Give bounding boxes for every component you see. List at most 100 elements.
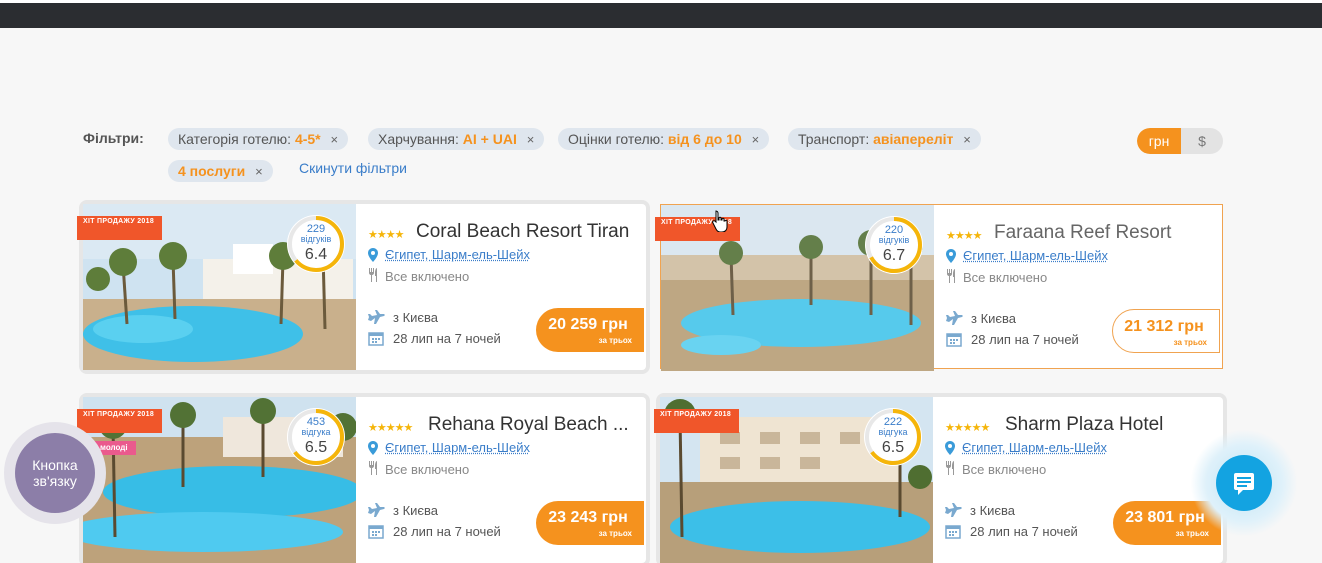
cutlery-icon <box>369 268 377 282</box>
meal-type: Все включено <box>962 462 1047 477</box>
hotel-info: ★★★★ Coral Beach Resort Tiran Єгипет, Ша… <box>356 204 646 370</box>
rating-score: 6.4 <box>304 246 328 263</box>
calendar-icon <box>368 525 384 539</box>
filter-chip-name: Харчування: <box>378 131 459 147</box>
close-icon[interactable]: × <box>752 132 760 147</box>
rating-score: 6.5 <box>304 439 328 456</box>
star-rating: ★★★★★ <box>945 422 990 434</box>
top-navbar <box>0 3 1322 28</box>
cutlery-icon <box>369 461 377 475</box>
filter-chip-meal[interactable]: Харчування: AI + UAI × <box>368 128 545 150</box>
hotel-location-link[interactable]: Єгипет, Шарм-ель-Шейх <box>385 247 530 262</box>
price-amount: 20 259 грн <box>548 316 628 333</box>
hotel-location-link[interactable]: Єгипет, Шарм-ель-Шейх <box>962 440 1107 455</box>
hit-sales-badge: ХІТ ПРОДАЖУ 2018 <box>77 216 163 240</box>
filter-chip-value: авіапереліт <box>873 131 954 147</box>
cutlery-icon <box>946 461 954 475</box>
star-rating: ★★★★★ <box>368 422 413 434</box>
hotel-card[interactable]: ХІТ ПРОДАЖУ 2018 220 відгуків 6.7 ★★★★ F… <box>655 204 1223 371</box>
price-button[interactable]: 23 243 грн за трьох <box>536 501 644 545</box>
cutlery-icon <box>947 269 955 283</box>
reviews-label[interactable]: відгука <box>864 428 922 437</box>
chat-button[interactable] <box>1190 429 1298 537</box>
location-pin-icon <box>945 441 955 455</box>
reset-filters-link[interactable]: Скинути фільтри <box>299 160 407 176</box>
hotel-card[interactable]: ХІТ ПРОДАЖУ 2018 для молоді 453 відгука … <box>77 397 646 563</box>
trip-dates: 28 лип на 7 ночей <box>971 332 1079 347</box>
currency-uah-button[interactable]: грн <box>1137 128 1181 154</box>
price-button[interactable]: 21 312 грн за трьох <box>1112 309 1220 353</box>
filter-chip-name: Категорія готелю: <box>178 131 292 147</box>
close-icon[interactable]: × <box>963 132 971 147</box>
location-pin-icon <box>368 441 378 455</box>
contact-button-label[interactable]: Кнопка зв'язку <box>15 433 95 513</box>
filter-chip-name: Оцінки готелю: <box>568 131 664 147</box>
reviews-label[interactable]: відгуків <box>287 235 345 244</box>
price-note: за трьох <box>1173 338 1207 347</box>
hand-cursor-icon <box>712 210 728 232</box>
hit-sales-badge: ХІТ ПРОДАЖУ 2018 <box>654 409 740 433</box>
reviews-label[interactable]: відгуків <box>865 236 923 245</box>
rating-score: 6.5 <box>881 439 905 456</box>
price-amount: 23 243 грн <box>548 509 628 526</box>
close-icon[interactable]: × <box>331 132 339 147</box>
filter-chip-services[interactable]: 4 послуги × <box>168 160 273 182</box>
hotel-card[interactable]: ХІТ ПРОДАЖУ 2018 229 відгуків 6.4 ★★★★ C… <box>77 204 646 370</box>
filter-chip-name: Транспорт: <box>798 131 870 147</box>
departure-city: з Києва <box>393 310 439 325</box>
chat-button-core[interactable] <box>1216 455 1272 511</box>
calendar-icon <box>945 525 961 539</box>
hotel-location-link[interactable]: Єгипет, Шарм-ель-Шейх <box>963 248 1108 263</box>
price-note: за трьох <box>598 336 632 345</box>
filter-chip-value: від 6 до 10 <box>667 131 742 147</box>
reviews-label[interactable]: відгука <box>287 428 345 437</box>
filter-chip-value: 4-5* <box>294 131 321 147</box>
rating-circle: 222 відгука 6.5 <box>864 408 922 466</box>
filters-label: Фільтри: <box>83 130 144 146</box>
location-pin-icon <box>946 249 956 263</box>
filter-chip-value: 4 послуги <box>178 163 246 179</box>
plane-icon <box>368 310 385 324</box>
star-rating: ★★★★ <box>368 229 404 241</box>
meal-type: Все включено <box>963 270 1048 285</box>
meal-type: Все включено <box>385 462 470 477</box>
chat-icon <box>1234 473 1254 495</box>
plane-icon <box>945 503 962 517</box>
close-icon[interactable]: × <box>255 164 263 179</box>
hotel-name[interactable]: Faraana Reef Resort <box>994 222 1212 244</box>
departure-city: з Києва <box>971 311 1017 326</box>
price-note: за трьох <box>598 529 632 538</box>
location-pin-icon <box>368 248 378 262</box>
star-rating: ★★★★ <box>946 230 982 242</box>
departure-city: з Києва <box>393 503 439 518</box>
rating-score: 6.7 <box>882 247 906 264</box>
meal-type: Все включено <box>385 269 470 284</box>
filter-chip-transport[interactable]: Транспорт: авіапереліт × <box>788 128 981 150</box>
hotel-name[interactable]: Coral Beach Resort Tiran <box>416 221 634 243</box>
hotel-name[interactable]: Rehana Royal Beach ... <box>428 414 646 436</box>
plane-icon <box>946 311 963 325</box>
price-button[interactable]: 20 259 грн за трьох <box>536 308 644 352</box>
price-amount: 21 312 грн <box>1124 318 1204 335</box>
hotel-info: ★★★★★ Sharm Plaza Hotel Єгипет, Шарм-ель… <box>933 397 1223 563</box>
close-icon[interactable]: × <box>527 132 535 147</box>
currency-usd-button[interactable]: $ <box>1181 128 1223 154</box>
trip-dates: 28 лип на 7 ночей <box>393 524 501 539</box>
filter-chip-value: AI + UAI <box>462 131 517 147</box>
currency-toggle[interactable]: грн $ <box>1137 128 1223 154</box>
trip-dates: 28 лип на 7 ночей <box>393 331 501 346</box>
hotel-name[interactable]: Sharm Plaza Hotel <box>1005 414 1223 436</box>
filter-chip-category[interactable]: Категорія готелю: 4-5* × <box>168 128 349 150</box>
hit-sales-badge: ХІТ ПРОДАЖУ 2018 <box>77 409 163 433</box>
trip-dates: 28 лип на 7 ночей <box>970 524 1078 539</box>
hotel-info: ★★★★ Faraana Reef Resort Єгипет, Шарм-ел… <box>934 205 1222 368</box>
plane-icon <box>368 503 385 517</box>
contact-button[interactable]: Кнопка зв'язку <box>4 422 106 524</box>
filter-chip-rating[interactable]: Оцінки готелю: від 6 до 10 × <box>558 128 770 150</box>
hotel-card[interactable]: ХІТ ПРОДАЖУ 2018 222 відгука 6.5 ★★★★★ S… <box>654 397 1223 563</box>
price-note: за трьох <box>1175 529 1209 538</box>
hotel-info: ★★★★★ Rehana Royal Beach ... Єгипет, Шар… <box>356 397 646 563</box>
hotel-location-link[interactable]: Єгипет, Шарм-ель-Шейх <box>385 440 530 455</box>
rating-circle: 220 відгуків 6.7 <box>865 216 923 274</box>
departure-city: з Києва <box>970 503 1016 518</box>
